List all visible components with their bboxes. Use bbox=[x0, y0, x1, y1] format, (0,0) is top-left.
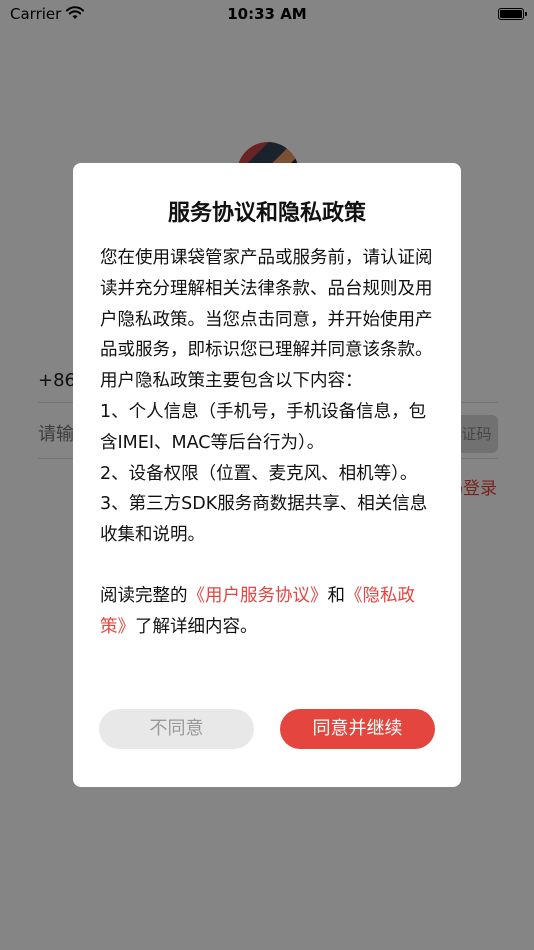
dialog-title: 服务协议和隐私政策 bbox=[167, 201, 366, 226]
and-text: 和 bbox=[327, 585, 346, 606]
read-more-line: 阅读完整的《用户服务协议》和《隐私政策》了解详细内容。 bbox=[100, 581, 440, 643]
privacy-dialog: 服务协议和隐私政策 您在使用课袋管家产品或服务前，请认证阅读并充分理解相关法律条… bbox=[73, 163, 461, 787]
dialog-body: 您在使用课袋管家产品或服务前，请认证阅读并充分理解相关法律条款、品台规则及用户隐… bbox=[100, 243, 440, 643]
list-item-sdk: 3、第三方SDK服务商数据共享、相关信息收集和说明。 bbox=[100, 494, 428, 546]
list-item-permissions: 2、设备权限（位置、麦克风、相机等）。 bbox=[100, 463, 418, 484]
agree-continue-button[interactable]: 同意并继续 bbox=[280, 709, 435, 749]
list-intro: 用户隐私政策主要包含以下内容： bbox=[100, 371, 363, 392]
read-prefix: 阅读完整的 bbox=[100, 585, 188, 606]
read-suffix: 了解详细内容。 bbox=[135, 616, 258, 637]
list-item-personal-info: 1、个人信息（手机号，手机设备信息，包含IMEI、MAC等后台行为）。 bbox=[100, 401, 427, 453]
user-agreement-link[interactable]: 《用户服务协议》 bbox=[188, 586, 328, 606]
disagree-button[interactable]: 不同意 bbox=[99, 709, 254, 749]
intro-paragraph: 您在使用课袋管家产品或服务前，请认证阅读并充分理解相关法律条款、品台规则及用户隐… bbox=[100, 248, 433, 361]
